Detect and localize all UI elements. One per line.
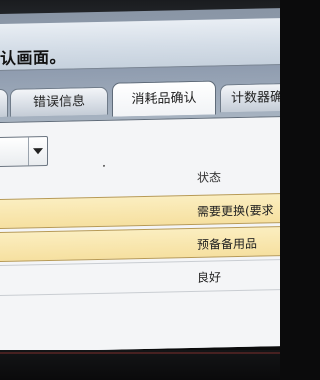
consumables-panel: 状态 需要更换(要求 预备备用品 良好 [0, 116, 280, 353]
filter-dropdown[interactable] [0, 135, 48, 168]
touch-screen: 认画面。 错误信息 消耗品确认 计数器确 状态 需要更换(要求 预备备用品 良好 [0, 8, 280, 353]
screen-speck [103, 164, 105, 167]
table-row[interactable]: 需要更换(要求 [0, 193, 280, 229]
row-status-label: 良好 [197, 270, 222, 285]
table-row-empty [0, 289, 280, 325]
tab-strip: 错误信息 消耗品确认 计数器确 [0, 65, 280, 123]
row-status-label: 预备备用品 [197, 236, 258, 252]
table-row[interactable]: 预备备用品 [0, 226, 280, 262]
chevron-down-icon[interactable] [28, 137, 47, 166]
tab-counter-check[interactable]: 计数器确 [220, 82, 280, 113]
device-bezel-bottom [0, 350, 280, 380]
bezel-edge-reflection [0, 352, 280, 354]
title-bar: 认画面。 [0, 18, 280, 72]
row-status-label: 需要更换(要求 [197, 203, 274, 219]
tab-previous[interactable] [0, 88, 8, 118]
tab-consumables-check[interactable]: 消耗品确认 [112, 80, 216, 117]
tab-error-info[interactable]: 错误信息 [10, 86, 108, 117]
status-column-header: 状态 [197, 170, 222, 185]
page-title: 认画面。 [0, 47, 67, 68]
